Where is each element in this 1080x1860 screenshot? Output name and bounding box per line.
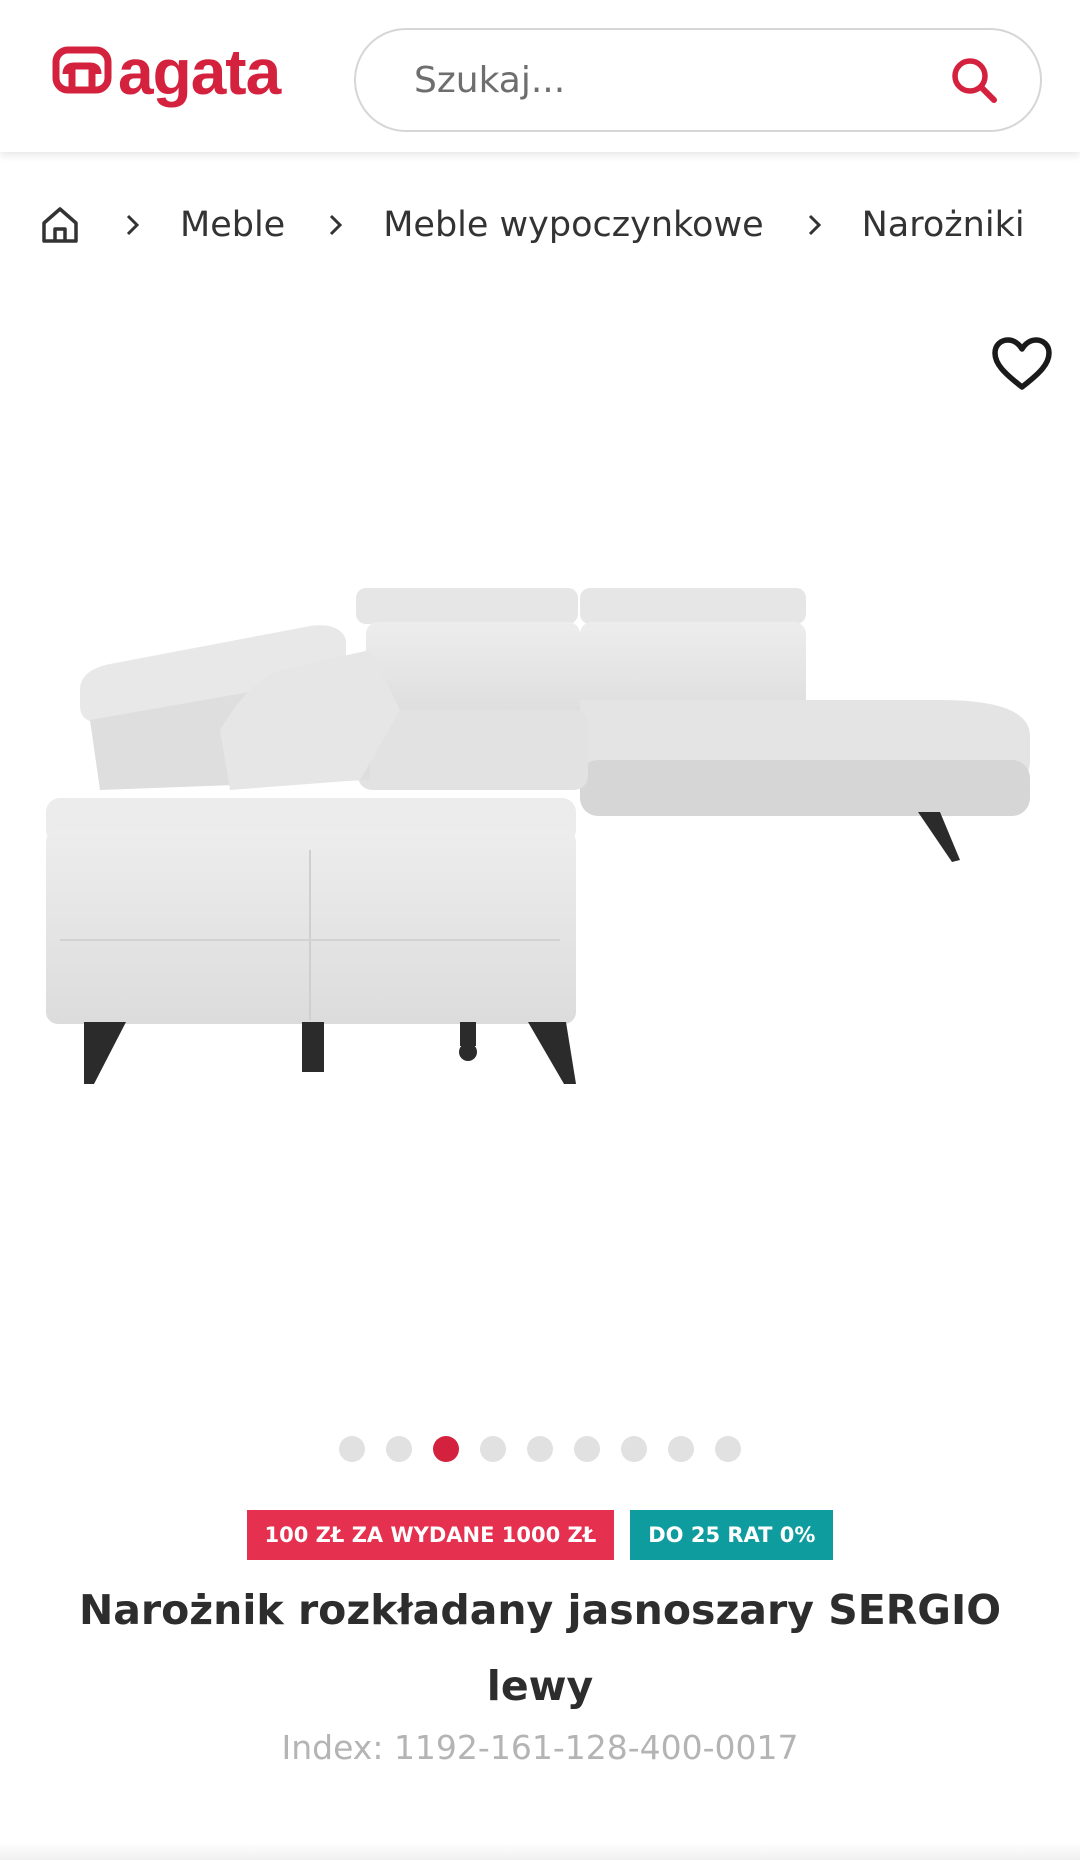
search-input[interactable] [412, 58, 948, 102]
carousel-dot-9[interactable] [715, 1436, 741, 1462]
chevron-right-icon [808, 214, 821, 236]
header: agata [0, 0, 1080, 152]
carousel-dot-1[interactable] [339, 1436, 365, 1462]
promo-badges: 100 ZŁ ZA WYDANE 1000 ZŁ DO 25 RAT 0% [0, 1510, 1080, 1560]
promo-badge[interactable]: 100 ZŁ ZA WYDANE 1000 ZŁ [246, 1510, 615, 1560]
carousel-dot-7[interactable] [621, 1436, 647, 1462]
chevron-right-icon [126, 214, 140, 236]
breadcrumb-item-meble-wypoczynkowe[interactable]: Meble wypoczynkowe [383, 205, 763, 245]
heart-icon[interactable] [990, 335, 1054, 393]
home-icon[interactable] [38, 203, 82, 247]
carousel-dot-8[interactable] [668, 1436, 694, 1462]
carousel-dot-6[interactable] [574, 1436, 600, 1462]
carousel-dot-4[interactable] [480, 1436, 506, 1462]
installments-badge[interactable]: DO 25 RAT 0% [630, 1510, 834, 1560]
breadcrumb: Meble Meble wypoczynkowe Narożniki [38, 195, 1025, 255]
breadcrumb-item-meble[interactable]: Meble [180, 205, 285, 245]
carousel-dot-2[interactable] [386, 1436, 412, 1462]
chevron-right-icon [330, 214, 343, 236]
carousel-dot-5[interactable] [527, 1436, 553, 1462]
carousel-dots [0, 1436, 1080, 1462]
bottom-divider [0, 1842, 1080, 1860]
breadcrumb-item-narozniki[interactable]: Narożniki [862, 205, 1025, 245]
carousel-dot-3-active[interactable] [433, 1436, 459, 1462]
svg-text:agata: agata [118, 36, 282, 108]
search-box[interactable] [354, 28, 1042, 132]
search-icon[interactable] [948, 54, 1000, 106]
product-image[interactable] [40, 560, 1040, 1100]
product-title: Narożnik rozkładany jasnoszary SERGIO le… [78, 1586, 1002, 1710]
product-index: Index: 1192-161-128-400-0017 [281, 1728, 799, 1767]
